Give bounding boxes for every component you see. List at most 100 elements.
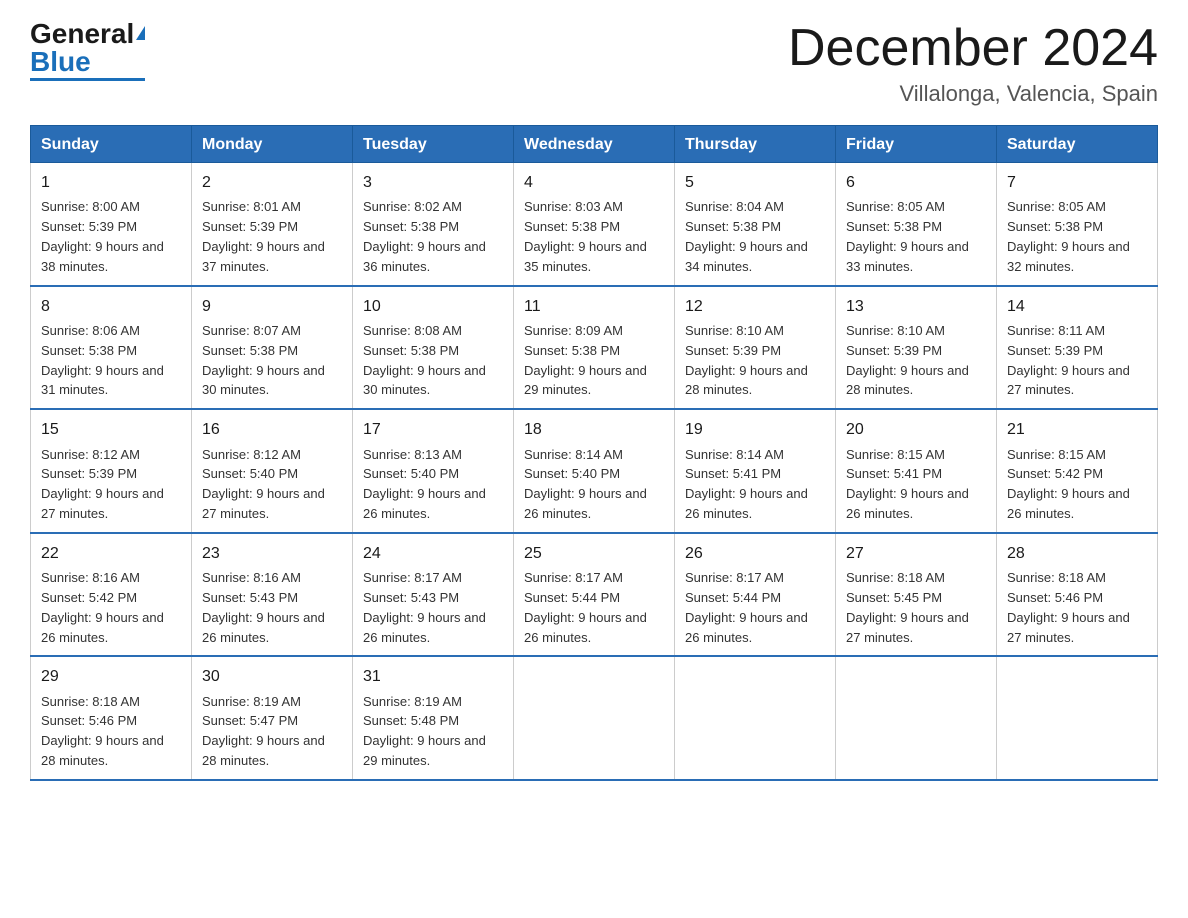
day-sunrise: Sunrise: 8:12 AM bbox=[202, 447, 301, 462]
day-sunrise: Sunrise: 8:17 AM bbox=[524, 570, 623, 585]
day-sunset: Sunset: 5:46 PM bbox=[1007, 590, 1103, 605]
day-daylight: Daylight: 9 hours and 29 minutes. bbox=[363, 733, 486, 768]
day-sunset: Sunset: 5:39 PM bbox=[41, 466, 137, 481]
day-number: 20 bbox=[846, 418, 986, 441]
day-daylight: Daylight: 9 hours and 26 minutes. bbox=[363, 610, 486, 645]
calendar-cell: 3Sunrise: 8:02 AMSunset: 5:38 PMDaylight… bbox=[353, 163, 514, 286]
day-sunrise: Sunrise: 8:19 AM bbox=[363, 694, 462, 709]
day-sunrise: Sunrise: 8:10 AM bbox=[685, 323, 784, 338]
day-sunrise: Sunrise: 8:00 AM bbox=[41, 199, 140, 214]
day-sunset: Sunset: 5:39 PM bbox=[202, 219, 298, 234]
calendar-cell: 13Sunrise: 8:10 AMSunset: 5:39 PMDayligh… bbox=[836, 286, 997, 410]
day-sunrise: Sunrise: 8:19 AM bbox=[202, 694, 301, 709]
day-sunset: Sunset: 5:45 PM bbox=[846, 590, 942, 605]
calendar-cell: 18Sunrise: 8:14 AMSunset: 5:40 PMDayligh… bbox=[514, 409, 675, 533]
day-number: 29 bbox=[41, 665, 181, 688]
calendar-cell: 15Sunrise: 8:12 AMSunset: 5:39 PMDayligh… bbox=[31, 409, 192, 533]
calendar-cell: 6Sunrise: 8:05 AMSunset: 5:38 PMDaylight… bbox=[836, 163, 997, 286]
day-daylight: Daylight: 9 hours and 34 minutes. bbox=[685, 239, 808, 274]
day-sunrise: Sunrise: 8:16 AM bbox=[41, 570, 140, 585]
day-sunrise: Sunrise: 8:12 AM bbox=[41, 447, 140, 462]
calendar-cell: 19Sunrise: 8:14 AMSunset: 5:41 PMDayligh… bbox=[675, 409, 836, 533]
day-daylight: Daylight: 9 hours and 33 minutes. bbox=[846, 239, 969, 274]
day-number: 2 bbox=[202, 171, 342, 194]
day-sunrise: Sunrise: 8:17 AM bbox=[363, 570, 462, 585]
calendar-cell bbox=[675, 656, 836, 780]
day-number: 30 bbox=[202, 665, 342, 688]
day-sunset: Sunset: 5:48 PM bbox=[363, 713, 459, 728]
calendar-cell bbox=[997, 656, 1158, 780]
day-daylight: Daylight: 9 hours and 29 minutes. bbox=[524, 363, 647, 398]
day-sunrise: Sunrise: 8:15 AM bbox=[1007, 447, 1106, 462]
page-header: General Blue December 2024 Villalonga, V… bbox=[30, 20, 1158, 107]
calendar-cell: 14Sunrise: 8:11 AMSunset: 5:39 PMDayligh… bbox=[997, 286, 1158, 410]
title-block: December 2024 Villalonga, Valencia, Spai… bbox=[788, 20, 1158, 107]
day-number: 22 bbox=[41, 542, 181, 565]
logo: General Blue bbox=[30, 20, 145, 81]
calendar-cell: 24Sunrise: 8:17 AMSunset: 5:43 PMDayligh… bbox=[353, 533, 514, 657]
day-daylight: Daylight: 9 hours and 27 minutes. bbox=[846, 610, 969, 645]
calendar-cell: 10Sunrise: 8:08 AMSunset: 5:38 PMDayligh… bbox=[353, 286, 514, 410]
day-daylight: Daylight: 9 hours and 26 minutes. bbox=[1007, 486, 1130, 521]
day-daylight: Daylight: 9 hours and 27 minutes. bbox=[1007, 610, 1130, 645]
logo-underline bbox=[30, 78, 145, 81]
calendar-cell: 29Sunrise: 8:18 AMSunset: 5:46 PMDayligh… bbox=[31, 656, 192, 780]
day-sunset: Sunset: 5:47 PM bbox=[202, 713, 298, 728]
day-sunset: Sunset: 5:43 PM bbox=[363, 590, 459, 605]
day-number: 14 bbox=[1007, 295, 1147, 318]
day-daylight: Daylight: 9 hours and 30 minutes. bbox=[363, 363, 486, 398]
day-daylight: Daylight: 9 hours and 30 minutes. bbox=[202, 363, 325, 398]
day-sunset: Sunset: 5:44 PM bbox=[524, 590, 620, 605]
day-number: 10 bbox=[363, 295, 503, 318]
day-daylight: Daylight: 9 hours and 27 minutes. bbox=[202, 486, 325, 521]
day-sunrise: Sunrise: 8:05 AM bbox=[1007, 199, 1106, 214]
day-sunset: Sunset: 5:41 PM bbox=[685, 466, 781, 481]
day-sunset: Sunset: 5:38 PM bbox=[524, 219, 620, 234]
calendar-cell: 21Sunrise: 8:15 AMSunset: 5:42 PMDayligh… bbox=[997, 409, 1158, 533]
day-sunset: Sunset: 5:38 PM bbox=[685, 219, 781, 234]
calendar-week-row: 29Sunrise: 8:18 AMSunset: 5:46 PMDayligh… bbox=[31, 656, 1158, 780]
day-number: 5 bbox=[685, 171, 825, 194]
day-sunrise: Sunrise: 8:04 AM bbox=[685, 199, 784, 214]
day-sunset: Sunset: 5:40 PM bbox=[363, 466, 459, 481]
day-number: 3 bbox=[363, 171, 503, 194]
day-number: 13 bbox=[846, 295, 986, 318]
day-daylight: Daylight: 9 hours and 26 minutes. bbox=[685, 610, 808, 645]
day-sunrise: Sunrise: 8:14 AM bbox=[524, 447, 623, 462]
day-number: 6 bbox=[846, 171, 986, 194]
main-title: December 2024 bbox=[788, 20, 1158, 77]
day-sunrise: Sunrise: 8:08 AM bbox=[363, 323, 462, 338]
header-sunday: Sunday bbox=[31, 126, 192, 163]
calendar-cell: 28Sunrise: 8:18 AMSunset: 5:46 PMDayligh… bbox=[997, 533, 1158, 657]
day-sunset: Sunset: 5:38 PM bbox=[524, 343, 620, 358]
day-sunset: Sunset: 5:40 PM bbox=[524, 466, 620, 481]
day-daylight: Daylight: 9 hours and 28 minutes. bbox=[685, 363, 808, 398]
day-sunset: Sunset: 5:40 PM bbox=[202, 466, 298, 481]
day-number: 1 bbox=[41, 171, 181, 194]
day-daylight: Daylight: 9 hours and 37 minutes. bbox=[202, 239, 325, 274]
day-sunset: Sunset: 5:39 PM bbox=[846, 343, 942, 358]
day-sunrise: Sunrise: 8:14 AM bbox=[685, 447, 784, 462]
calendar-cell: 22Sunrise: 8:16 AMSunset: 5:42 PMDayligh… bbox=[31, 533, 192, 657]
calendar-cell: 8Sunrise: 8:06 AMSunset: 5:38 PMDaylight… bbox=[31, 286, 192, 410]
day-sunrise: Sunrise: 8:18 AM bbox=[1007, 570, 1106, 585]
calendar-cell bbox=[514, 656, 675, 780]
logo-general-text: General bbox=[30, 18, 134, 49]
calendar-week-row: 1 Sunrise: 8:00 AM Sunset: 5:39 PM Daylight… bbox=[31, 163, 1158, 286]
calendar-cell: 31Sunrise: 8:19 AMSunset: 5:48 PMDayligh… bbox=[353, 656, 514, 780]
calendar-cell: 17Sunrise: 8:13 AMSunset: 5:40 PMDayligh… bbox=[353, 409, 514, 533]
day-number: 15 bbox=[41, 418, 181, 441]
header-saturday: Saturday bbox=[997, 126, 1158, 163]
day-daylight: Daylight: 9 hours and 31 minutes. bbox=[41, 363, 164, 398]
day-daylight: Daylight: 9 hours and 26 minutes. bbox=[524, 610, 647, 645]
calendar-cell: 2Sunrise: 8:01 AMSunset: 5:39 PMDaylight… bbox=[192, 163, 353, 286]
calendar-cell: 16Sunrise: 8:12 AMSunset: 5:40 PMDayligh… bbox=[192, 409, 353, 533]
calendar-header-row: SundayMondayTuesdayWednesdayThursdayFrid… bbox=[31, 126, 1158, 163]
day-sunset: Sunset: 5:41 PM bbox=[846, 466, 942, 481]
day-daylight: Daylight: 9 hours and 28 minutes. bbox=[202, 733, 325, 768]
calendar-cell: 4Sunrise: 8:03 AMSunset: 5:38 PMDaylight… bbox=[514, 163, 675, 286]
day-sunset: Sunset: 5:42 PM bbox=[1007, 466, 1103, 481]
calendar-cell: 23Sunrise: 8:16 AMSunset: 5:43 PMDayligh… bbox=[192, 533, 353, 657]
logo-blue-text: Blue bbox=[30, 46, 91, 77]
day-daylight: Daylight: 9 hours and 35 minutes. bbox=[524, 239, 647, 274]
